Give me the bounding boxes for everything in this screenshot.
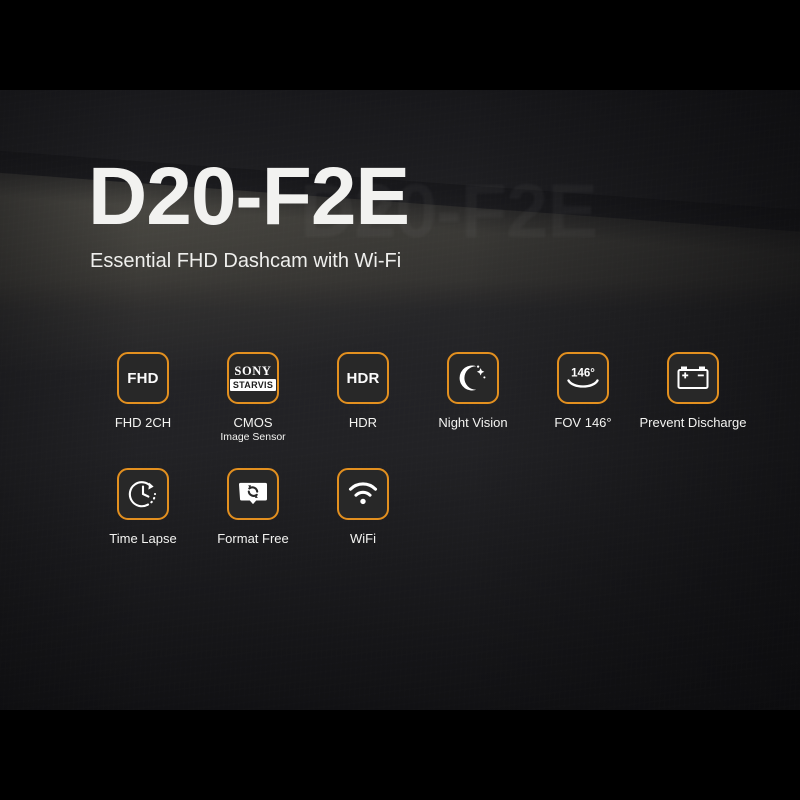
feature-caption-sub: Image Sensor <box>220 431 286 444</box>
feature-wifi[interactable]: WiFi <box>308 467 418 546</box>
letterbox-bar-bottom <box>0 710 800 800</box>
feature-cmos-image-sensor[interactable]: SONY STARVIS CMOS Image Sensor <box>198 352 308 444</box>
feature-caption: HDR <box>349 415 377 430</box>
feature-tile <box>447 352 499 404</box>
hdr-badge-icon: HDR <box>346 369 380 387</box>
car-battery-icon <box>677 366 709 389</box>
feature-time-lapse[interactable]: Time Lapse <box>88 467 198 546</box>
letterbox-bar-top <box>0 0 800 90</box>
page-subtitle: Essential FHD Dashcam with Wi-Fi <box>90 249 402 272</box>
clock-timelapse-icon <box>128 480 157 507</box>
feature-caption: FOV 146° <box>554 415 611 430</box>
feature-caption: Time Lapse <box>109 531 176 546</box>
feature-caption: Night Vision <box>438 415 507 430</box>
feature-caption-main: WiFi <box>350 530 376 546</box>
feature-row: Time Lapse Format Free WiFi <box>88 467 748 546</box>
feature-tile: SONY STARVIS <box>227 352 279 404</box>
feature-caption: CMOS Image Sensor <box>220 415 285 444</box>
sdcard-refresh-icon <box>239 482 267 504</box>
feature-caption-main: FOV 146° <box>554 415 612 430</box>
feature-caption: FHD 2CH <box>115 415 171 430</box>
feature-tile: 146° <box>557 352 609 404</box>
feature-tile: FHD <box>117 352 169 404</box>
feature-caption-main: Time Lapse <box>109 530 177 546</box>
fov-arc-icon: 146° <box>567 368 599 388</box>
svg-text:146°: 146° <box>571 368 595 380</box>
feature-grid: FHD FHD 2CH SONY STARVIS CMOS Image Sens… <box>88 352 748 546</box>
feature-caption-main: Format Free <box>217 530 289 546</box>
page-title: D20-F2E <box>88 151 410 242</box>
feature-hdr[interactable]: HDR HDR <box>308 352 418 430</box>
feature-tile <box>117 467 169 520</box>
wifi-signal-icon <box>348 482 378 504</box>
feature-tile <box>227 467 279 520</box>
feature-caption: WiFi <box>350 531 376 546</box>
feature-tile: HDR <box>337 352 389 404</box>
feature-caption-main: CMOS <box>233 415 273 430</box>
feature-format-free[interactable]: Format Free <box>198 467 308 546</box>
feature-caption: Prevent Discharge <box>640 415 747 430</box>
sony-wordmark: SONY <box>234 363 272 378</box>
feature-caption-main: HDR <box>348 415 378 430</box>
feature-fov[interactable]: 146° FOV 146° <box>528 352 638 430</box>
feature-caption-main: Prevent Discharge <box>639 415 747 430</box>
feature-prevent-discharge[interactable]: Prevent Discharge <box>638 352 748 430</box>
feature-night-vision[interactable]: Night Vision <box>418 352 528 430</box>
feature-fhd-2ch[interactable]: FHD FHD 2CH <box>88 352 198 430</box>
moon-star-icon <box>459 365 486 391</box>
starvis-wordmark: STARVIS <box>229 379 277 392</box>
product-feature-slide: D20-F2E D20-F2E Essential FHD Dashcam wi… <box>0 0 800 800</box>
feature-caption-main: Night Vision <box>438 415 508 430</box>
feature-tile <box>337 467 389 520</box>
sony-starvis-logo-icon: SONY STARVIS <box>229 363 277 392</box>
feature-caption-main: FHD 2CH <box>114 415 172 430</box>
feature-caption: Format Free <box>217 531 289 546</box>
feature-tile <box>667 352 719 404</box>
feature-row: FHD FHD 2CH SONY STARVIS CMOS Image Sens… <box>88 352 748 444</box>
fhd-badge-icon: FHD <box>127 369 159 387</box>
hero-text-block: D20-F2E Essential FHD Dashcam with Wi-Fi <box>88 151 410 273</box>
